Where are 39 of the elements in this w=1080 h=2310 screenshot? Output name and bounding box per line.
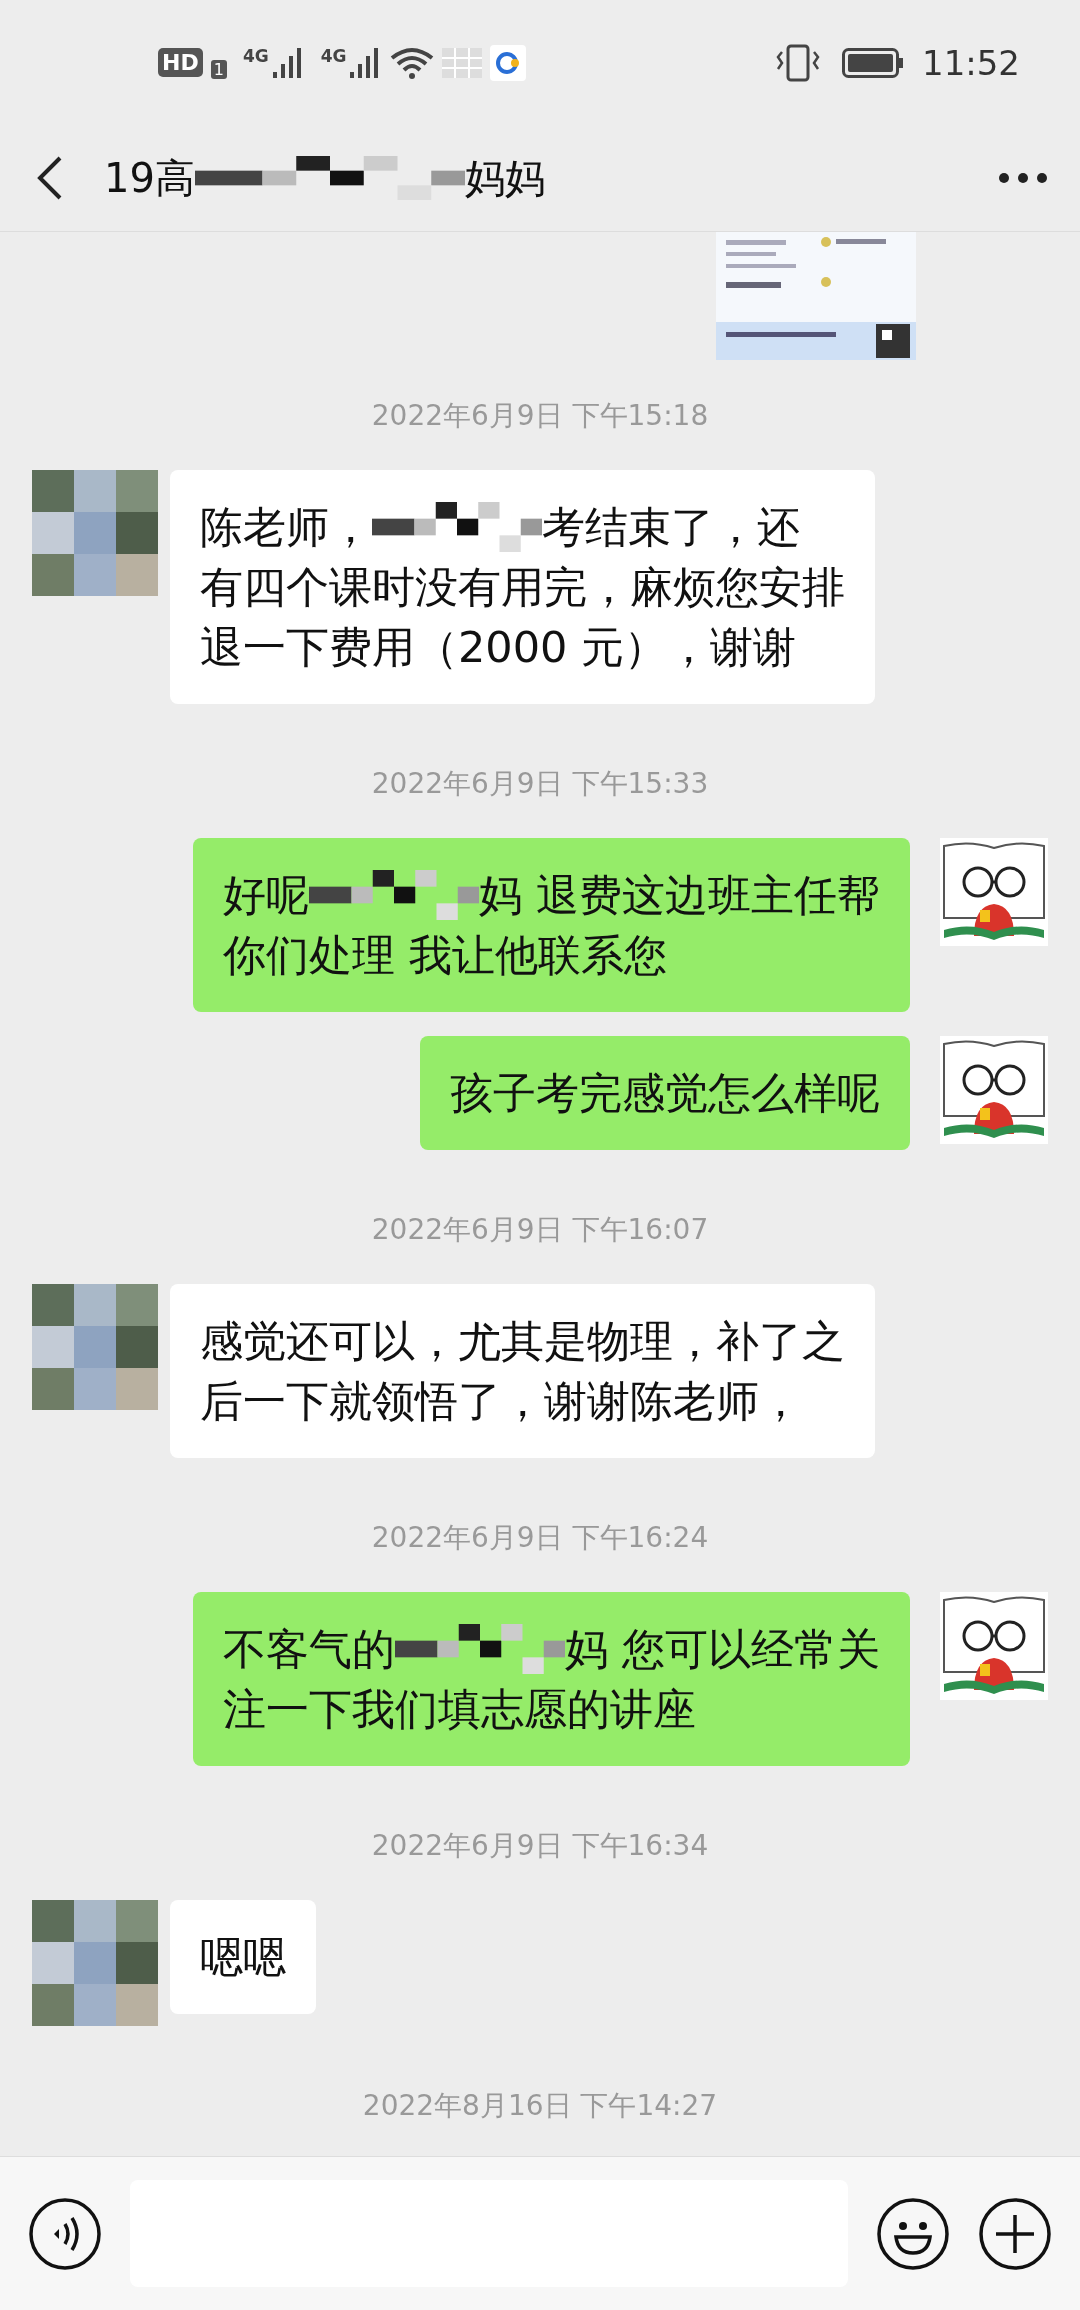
plus-icon[interactable] — [978, 2196, 1052, 2271]
message-text: 考结束了，还 — [542, 501, 800, 554]
message-text: 感觉还可以，尤其是物理，补了之 — [200, 1315, 845, 1368]
message-text: 妈 退费这边班主任帮 — [479, 869, 880, 922]
message-text: 嗯嗯 — [200, 1931, 286, 1984]
message-text: 不客气的 — [223, 1623, 396, 1676]
network-label: 4G — [242, 45, 269, 66]
voice-icon[interactable] — [28, 2196, 102, 2271]
book-icon — [940, 838, 1048, 946]
grid-icon — [442, 47, 483, 78]
more-icon[interactable] — [998, 172, 1048, 184]
timestamp: 2022年6月9日 下午16:24 — [371, 1520, 709, 1556]
message-text: 妈 您可以经常关 — [565, 1623, 880, 1676]
message-text: 你们处理 我让他联系您 — [223, 929, 667, 982]
sim-number: 1 — [210, 60, 227, 79]
vibrate-icon — [776, 43, 820, 82]
wifi-icon — [390, 45, 435, 80]
clock-time: 11:52 — [922, 42, 1020, 83]
hd-badge: HD — [158, 48, 203, 77]
app-icon — [490, 44, 527, 81]
book-icon — [940, 1592, 1048, 1700]
timestamp: 2022年6月9日 下午16:07 — [371, 1212, 709, 1248]
message-text: 退一下费用（2000 元），谢谢 — [200, 621, 797, 674]
book-icon — [940, 1036, 1048, 1144]
emoji-icon[interactable] — [876, 2196, 950, 2271]
timestamp: 2022年8月16日 下午14:27 — [362, 2088, 718, 2124]
message-text: 有四个课时没有用完，麻烦您安排 — [200, 561, 845, 614]
timestamp: 2022年6月9日 下午15:33 — [371, 766, 709, 802]
timestamp: 2022年6月9日 下午16:34 — [371, 1828, 709, 1864]
network-label: 4G — [320, 45, 347, 66]
message-text: 好呢 — [223, 869, 310, 922]
chat-title: 妈妈 — [464, 153, 545, 203]
message-text: 孩子考完感觉怎么样呢 — [450, 1067, 880, 1120]
message-text: 陈老师， — [200, 501, 372, 554]
chat-title: 19高 — [104, 153, 195, 203]
battery-icon — [842, 47, 904, 78]
timestamp: 2022年6月9日 下午15:18 — [371, 398, 709, 434]
message-text: 注一下我们填志愿的讲座 — [223, 1683, 697, 1736]
message-text: 后一下就领悟了，谢谢陈老师， — [200, 1375, 802, 1428]
